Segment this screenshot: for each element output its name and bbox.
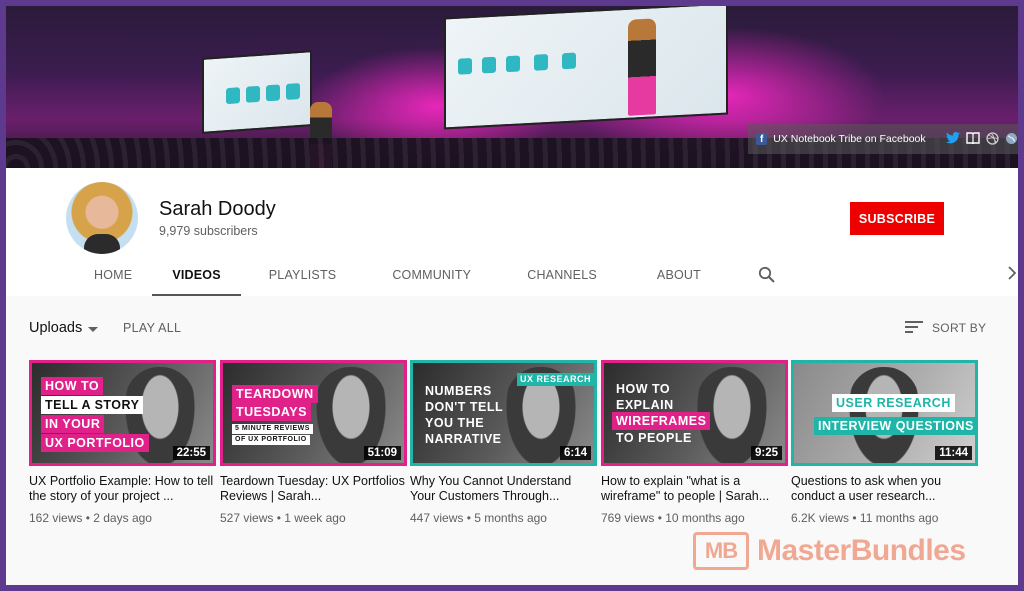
thumbnail-caption: TUESDAYS [232,403,311,421]
sort-icon[interactable] [905,321,923,335]
video-meta: 162 views • 2 days ago [29,511,152,525]
thumbnail-tag: UX RESEARCH [516,373,594,386]
video-title[interactable]: Teardown Tuesday: UX Portfolios Reviews … [220,474,407,504]
thumbnail-caption: UX PORTFOLIO [41,434,149,452]
video-title[interactable]: How to explain "what is a wireframe" to … [601,474,788,504]
avatar[interactable] [66,182,138,254]
view-count: 769 views [601,511,655,525]
video-thumbnail[interactable]: TEARDOWN TUESDAYS 5 MINUTE REVIEWS OF UX… [220,360,407,466]
thumbnail-caption: TO PEOPLE [616,431,692,445]
facebook-link[interactable]: UX Notebook Tribe on Facebook [773,133,925,145]
thumbnail-caption: TELL A STORY [41,396,144,414]
video-thumbnail[interactable]: HOW TO EXPLAIN WIREFRAMES TO PEOPLE 9:25 [601,360,788,466]
tab-home[interactable]: HOME [74,256,152,296]
uploads-bar: Uploads PLAY ALL SORT BY [6,296,1018,356]
video-meta: 447 views • 5 months ago [410,511,547,525]
thumbnail-caption: 5 MINUTE REVIEWS [232,424,313,434]
thumbnail-caption: TEARDOWN [232,385,318,403]
stage-screen [444,6,728,130]
tab-playlists[interactable]: PLAYLISTS [241,256,357,296]
thumbnail-caption: HOW TO [41,377,104,395]
subscribe-button[interactable]: SUBSCRIBE [850,202,944,235]
view-count: 527 views [220,511,274,525]
video-card[interactable]: TEARDOWN TUESDAYS 5 MINUTE REVIEWS OF UX… [220,360,407,525]
video-meta: 6.2K views • 11 months ago [791,511,939,525]
tab-community[interactable]: COMMUNITY [356,256,491,296]
video-meta: 527 views • 1 week ago [220,511,346,525]
twitter-icon[interactable] [945,132,960,146]
subscriber-count: 9,979 subscribers [159,224,258,238]
banner-links: f UX Notebook Tribe on Facebook [748,124,1018,154]
upload-age: 11 months ago [859,511,939,525]
thumbnail-caption: NARRATIVE [425,432,502,446]
upload-age: 2 days ago [93,511,152,525]
view-count: 6.2K views [791,511,850,525]
thumbnail-caption: INTERVIEW QUESTIONS [814,417,975,435]
video-card[interactable]: NUMBERS DON'T TELL YOU THE NARRATIVE UX … [410,360,597,525]
channel-tabs: HOME VIDEOS PLAYLISTS COMMUNITY CHANNELS… [74,256,721,296]
video-duration: 11:44 [935,446,972,460]
tab-videos[interactable]: VIDEOS [152,256,242,296]
channel-header: Sarah Doody 9,979 subscribers SUBSCRIBE … [6,168,1018,296]
watermark-logo: MB [693,532,749,570]
chevron-right-icon[interactable] [1008,266,1017,285]
youtube-channel-page: f UX Notebook Tribe on Facebook Sarah Do… [6,6,1018,585]
facebook-icon[interactable]: f [756,133,768,145]
caret-down-icon[interactable] [88,327,98,332]
upload-age: 5 months ago [474,511,547,525]
thumbnail-caption: USER RESEARCH [832,394,955,412]
channel-banner: f UX Notebook Tribe on Facebook [6,6,1018,168]
book-icon[interactable] [965,132,980,146]
video-duration: 6:14 [559,446,591,460]
video-meta: 769 views • 10 months ago [601,511,745,525]
video-title[interactable]: Why You Cannot Understand Your Customers… [410,474,597,504]
video-thumbnail[interactable]: USER RESEARCH INTERVIEW QUESTIONS 11:44 [791,360,978,466]
video-duration: 9:25 [750,446,782,460]
upload-age: 10 months ago [665,511,745,525]
video-duration: 22:55 [172,446,210,460]
thumbnail-caption: OF UX PORTFOLIO [232,435,310,445]
search-icon[interactable] [758,266,776,284]
video-card[interactable]: HOW TO EXPLAIN WIREFRAMES TO PEOPLE 9:25… [601,360,788,525]
watermark-text: MasterBundles [757,534,966,567]
video-title[interactable]: Questions to ask when you conduct a user… [791,474,978,504]
video-title[interactable]: UX Portfolio Example: How to tell the st… [29,474,216,504]
play-all-button[interactable]: PLAY ALL [123,321,181,335]
upload-age: 1 week ago [284,511,346,525]
video-card[interactable]: USER RESEARCH INTERVIEW QUESTIONS 11:44 … [791,360,978,525]
video-duration: 51:09 [363,446,401,460]
tab-about[interactable]: ABOUT [617,256,721,296]
view-count: 447 views [410,511,464,525]
masterbundles-watermark: MB MasterBundles [693,530,966,572]
dribbble-icon[interactable] [986,132,999,146]
view-count: 162 views [29,511,83,525]
thumbnail-caption: IN YOUR [41,415,105,433]
video-thumbnail[interactable]: HOW TO TELL A STORY IN YOUR UX PORTFOLIO… [29,360,216,466]
stage-screen [202,50,312,134]
globe-icon[interactable] [1005,132,1018,146]
uploads-dropdown[interactable]: Uploads [29,320,82,336]
channel-name: Sarah Doody [159,198,276,220]
thumbnail-caption: WIREFRAMES [612,412,711,430]
tab-channels[interactable]: CHANNELS [491,256,617,296]
video-card[interactable]: HOW TO TELL A STORY IN YOUR UX PORTFOLIO… [29,360,216,525]
sort-by-button[interactable]: SORT BY [932,321,986,335]
video-thumbnail[interactable]: NUMBERS DON'T TELL YOU THE NARRATIVE UX … [410,360,597,466]
video-grid: HOW TO TELL A STORY IN YOUR UX PORTFOLIO… [29,360,989,540]
